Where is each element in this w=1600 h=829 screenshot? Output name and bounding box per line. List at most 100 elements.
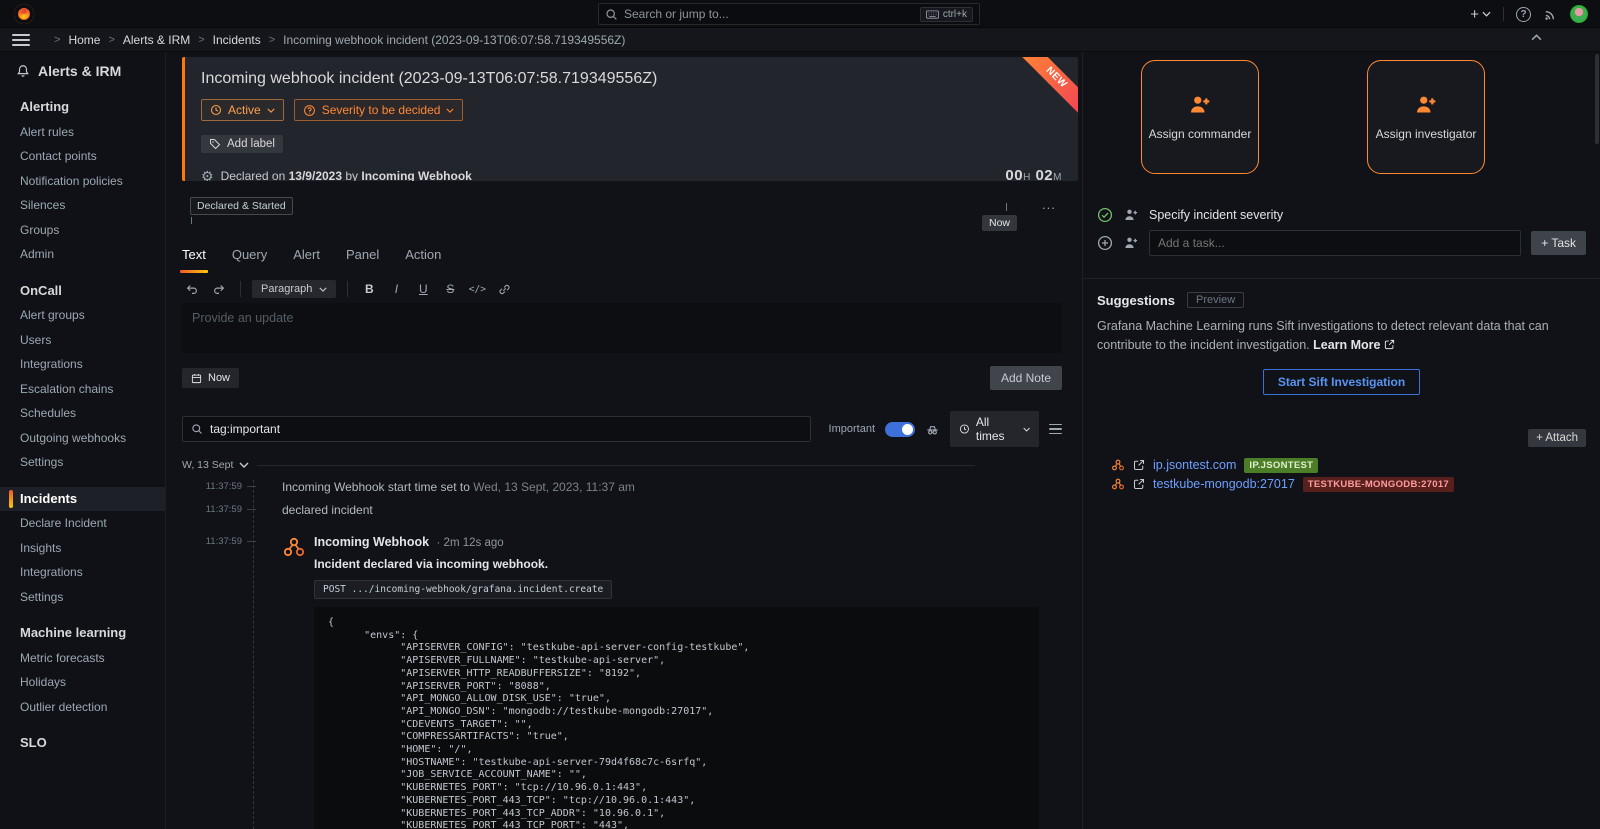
sidebar-item[interactable]: OnCall xyxy=(0,279,165,304)
sidebar-item[interactable]: Groups xyxy=(0,218,165,243)
plus-circle-icon[interactable] xyxy=(1097,235,1113,251)
suggestions-section: Suggestions Preview Grafana Machine Lear… xyxy=(1083,278,1600,395)
code-button[interactable]: </> xyxy=(467,279,487,299)
start-sift-button[interactable]: Start Sift Investigation xyxy=(1263,369,1420,395)
sidebar-item[interactable]: Settings xyxy=(0,450,165,475)
event-text: declared incident xyxy=(282,503,373,517)
paragraph-style-select[interactable]: Paragraph xyxy=(252,280,336,298)
redo-icon[interactable] xyxy=(209,279,229,299)
attach-button[interactable]: + Attach xyxy=(1528,429,1586,447)
timestamp-now-button[interactable]: Now xyxy=(182,368,239,388)
clock-icon xyxy=(210,104,222,116)
assignee-person-plus-icon[interactable] xyxy=(1123,235,1139,251)
sidebar-item[interactable]: Holidays xyxy=(0,670,165,695)
sidebar-item[interactable]: Outlier detection xyxy=(0,695,165,720)
sidebar-item[interactable]: Integrations xyxy=(0,352,165,377)
timeline-start-label: Declared & Started xyxy=(190,197,293,215)
timeline-more-button[interactable]: ... xyxy=(1042,197,1056,212)
sidebar-item[interactable]: Incidents xyxy=(0,487,165,512)
time-range-dropdown[interactable]: All times xyxy=(950,411,1039,447)
feed-view-options-icon[interactable] xyxy=(1049,424,1062,435)
breadcrumb-separator: > xyxy=(54,34,60,46)
global-search[interactable]: Search or jump to... ctrl+k xyxy=(598,3,980,25)
timeline-event: 11:37:59 Incoming Webhook start time set… xyxy=(182,480,1062,494)
assign-commander-button[interactable]: Assign commander xyxy=(1141,60,1259,174)
add-note-button[interactable]: Add Note xyxy=(990,366,1062,390)
add-new-button[interactable]: + xyxy=(1470,6,1491,23)
sidebar-item[interactable]: Alert groups xyxy=(0,303,165,328)
breadcrumb-link[interactable]: Incoming webhook incident (2023-09-13T06… xyxy=(283,33,625,47)
attachment-link[interactable]: testkube-mongodb:27017 xyxy=(1153,477,1295,491)
help-icon[interactable]: ? xyxy=(1516,7,1531,22)
timeline-now-tick xyxy=(1006,203,1007,211)
underline-button[interactable]: U xyxy=(413,279,433,299)
important-toggle[interactable] xyxy=(885,422,915,437)
sidebar-item[interactable]: Alerting xyxy=(0,95,165,120)
italic-button[interactable]: I xyxy=(386,279,406,299)
sidebar-app-title[interactable]: Alerts & IRM xyxy=(0,59,165,83)
learn-more-link[interactable]: Learn More xyxy=(1313,338,1395,352)
breadcrumb-separator: > xyxy=(108,34,114,46)
event-time: 11:37:59 xyxy=(196,535,242,829)
grafana-logo-icon[interactable] xyxy=(14,4,34,24)
breadcrumb-link[interactable]: Home xyxy=(68,33,100,47)
tab[interactable]: Action xyxy=(405,247,441,273)
add-label-button[interactable]: Add label xyxy=(201,135,283,153)
undo-icon[interactable] xyxy=(182,279,202,299)
sidebar-item[interactable]: Settings xyxy=(0,585,165,610)
status-dropdown[interactable]: Active xyxy=(201,99,284,121)
incognito-filter-icon[interactable] xyxy=(925,422,940,437)
sidebar-item[interactable]: Outgoing webhooks xyxy=(0,426,165,451)
editor-placeholder: Provide an update xyxy=(192,311,1052,325)
strikethrough-button[interactable]: S xyxy=(440,279,460,299)
external-link-icon[interactable] xyxy=(1133,478,1145,490)
attachment-link[interactable]: ip.jsontest.com xyxy=(1153,458,1236,472)
search-icon xyxy=(605,8,618,21)
sidebar-item[interactable]: Integrations xyxy=(0,560,165,585)
breadcrumb-link[interactable]: Incidents xyxy=(213,33,261,47)
sidebar-item[interactable]: Escalation chains xyxy=(0,377,165,402)
tab[interactable]: Query xyxy=(232,247,267,273)
severity-dropdown[interactable]: Severity to be decided xyxy=(294,99,464,121)
update-editor[interactable]: Provide an update xyxy=(182,303,1062,353)
scrollbar-thumb[interactable] xyxy=(1595,54,1599,144)
tab[interactable]: Alert xyxy=(293,247,320,273)
sidebar-item[interactable]: Machine learning xyxy=(0,621,165,646)
feed-search-input[interactable] xyxy=(210,422,802,436)
task-row-done: Specify incident severity xyxy=(1097,202,1586,228)
assign-investigator-button[interactable]: Assign investigator xyxy=(1367,60,1485,174)
add-task-button[interactable]: + Task xyxy=(1531,231,1586,255)
tab[interactable]: Text xyxy=(182,247,206,273)
timeline-start-tick xyxy=(191,217,192,224)
menu-toggle-icon[interactable] xyxy=(12,34,30,46)
news-rss-icon[interactable] xyxy=(1543,7,1558,22)
assign-roles: Assign commander Assign investigator xyxy=(1083,60,1600,174)
external-link-icon[interactable] xyxy=(1133,459,1145,471)
sidebar-item[interactable]: SLO xyxy=(0,731,165,756)
sidebar-item[interactable]: Contact points xyxy=(0,144,165,169)
sidebar-item[interactable]: Schedules xyxy=(0,401,165,426)
sidebar-item[interactable]: Notification policies xyxy=(0,169,165,194)
sidebar-item[interactable]: Silences xyxy=(0,193,165,218)
sidebar-item[interactable]: Admin xyxy=(0,242,165,267)
tab[interactable]: Panel xyxy=(346,247,379,273)
bold-button[interactable]: B xyxy=(359,279,379,299)
sidebar-item[interactable]: Insights xyxy=(0,536,165,561)
check-circle-icon[interactable] xyxy=(1097,207,1113,223)
sidebar-item[interactable]: Users xyxy=(0,328,165,353)
sidebar-item[interactable]: Alert rules xyxy=(0,120,165,145)
webhook-payload-code[interactable]: { "envs": { "APISERVER_CONFIG": "testkub… xyxy=(314,607,1039,829)
incident-side-panel: Assign commander Assign investigator Spe… xyxy=(1082,52,1600,829)
sidebar-item[interactable]: Declare Incident xyxy=(0,511,165,536)
breadcrumb-item: > Incoming webhook incident (2023-09-13T… xyxy=(261,33,626,47)
add-task-input[interactable] xyxy=(1149,230,1521,256)
link-button[interactable] xyxy=(494,279,514,299)
feed-search-field[interactable] xyxy=(182,416,811,442)
user-avatar[interactable] xyxy=(1570,5,1588,23)
sidebar-item[interactable]: Metric forecasts xyxy=(0,646,165,671)
feed-date-label[interactable]: W, 13 Sept xyxy=(182,459,249,471)
task-label[interactable]: Specify incident severity xyxy=(1149,208,1283,222)
assignee-person-plus-icon[interactable] xyxy=(1123,207,1139,223)
breadcrumb-link[interactable]: Alerts & IRM xyxy=(123,33,190,47)
collapse-up-icon[interactable] xyxy=(1531,34,1542,41)
